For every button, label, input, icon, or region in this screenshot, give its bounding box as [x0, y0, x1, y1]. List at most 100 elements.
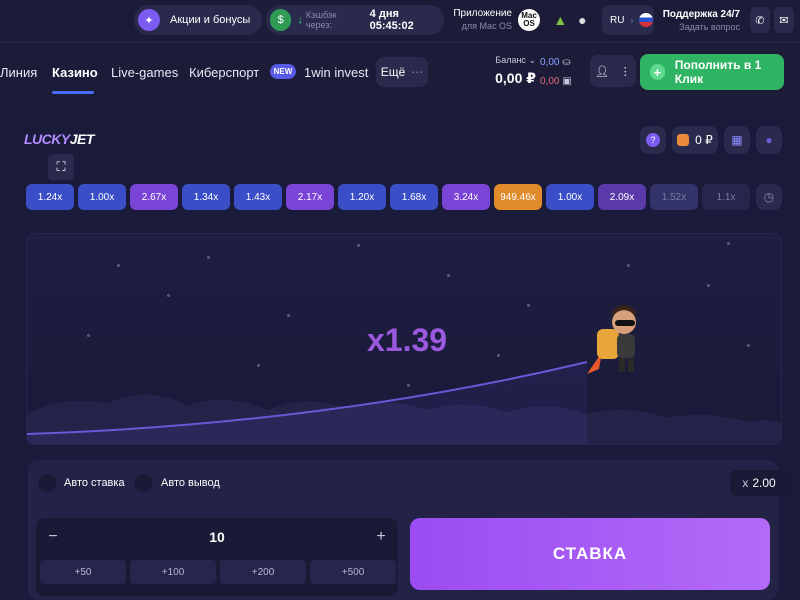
support-subtitle: Задать вопрос [679, 22, 740, 32]
support-title: Поддержка 24/7 [662, 9, 740, 20]
star-decoration [167, 294, 170, 297]
multiplier-chip: 1.24x [26, 184, 74, 210]
arrow-down-icon: ↓ [297, 14, 303, 26]
gift-small-icon: ▣ [562, 76, 572, 87]
deposit-label: Пополнить в 1 Клик [674, 58, 762, 86]
multiplier-chip: 1.34x [182, 184, 230, 210]
multiplier-chip: 1.68x [390, 184, 438, 210]
android-icon[interactable]: ▲ [553, 12, 567, 28]
more-button[interactable]: Ещё ⋯ [376, 57, 428, 87]
balance-label: Баланс [495, 55, 526, 65]
flight-scene: x1.39 [26, 233, 782, 445]
cashout-prefix: x [742, 476, 749, 490]
multiplier-chip: 949.46x [494, 184, 542, 210]
quick-add-200[interactable]: +200 [220, 560, 306, 584]
place-bet-button[interactable]: СТАВКА [410, 518, 770, 590]
star-decoration [407, 384, 410, 387]
active-tab-indicator [52, 91, 94, 94]
platform-links: ▲ ● [548, 5, 592, 35]
nav-item-esports[interactable]: Киберспорт [189, 65, 259, 80]
multiplier-chip: 1.20x [338, 184, 386, 210]
auto-bet-toggle[interactable] [38, 474, 56, 492]
bonus-balances: 0,00 ⛀ 0,00 ▣ [540, 55, 572, 87]
star-decoration [357, 244, 360, 247]
chat-icon[interactable]: ✉ [774, 7, 794, 33]
phone-icon[interactable]: ✆ [750, 7, 770, 33]
app-download[interactable]: Приложение для Mac OS Mac OS [453, 6, 546, 36]
nav-item-live-games[interactable]: Live-games [111, 65, 178, 80]
auto-cashout-toggle[interactable] [134, 474, 152, 492]
multiplier-chip: 1.52x [650, 184, 698, 210]
auto-cashout-label: Авто вывод [161, 477, 220, 489]
quick-add-50[interactable]: +50 [40, 560, 126, 584]
nav-item-invest[interactable]: 1win invest [304, 65, 368, 80]
lucky-jet-logo: LUCKYJET [24, 131, 94, 147]
star-decoration [707, 284, 710, 287]
multiplier-chip: 3.24x [442, 184, 490, 210]
star-decoration [527, 304, 530, 307]
star-decoration [627, 264, 630, 267]
quick-add-100[interactable]: +100 [130, 560, 216, 584]
multiplier-chip: 2.67x [130, 184, 178, 210]
bet-amount-input[interactable]: 10 [36, 526, 398, 548]
bonus-balance-2: 0,00 [540, 76, 560, 87]
cashback-label: Кэшбэк через: [305, 10, 337, 30]
more-label: Ещё [380, 65, 406, 79]
top-bar: ✦ Акции и бонусы $ ↓ Кэшбэк через: 4 дня… [0, 0, 800, 42]
language-select[interactable]: RU › [602, 5, 654, 35]
star-decoration [447, 274, 450, 277]
chevron-down-icon: ⌄ [528, 55, 536, 65]
wallet-value: 0 ₽ [695, 133, 713, 147]
cashback-button[interactable]: $ ↓ Кэшбэк через: 4 дня 05:45:02 [266, 5, 444, 35]
chat-bubble-icon[interactable]: ● [756, 126, 782, 154]
nav-item-casino[interactable]: Казино [52, 65, 98, 80]
new-badge: NEW [270, 64, 296, 79]
user-icon: 👤︎ [595, 65, 610, 78]
app-title: Приложение [453, 8, 512, 19]
multiplier-chip: 1.00x [546, 184, 594, 210]
jetpack-character-icon [587, 305, 636, 374]
bet-panel: Авто ставка Авто вывод x 2.00 − 10 + +50… [28, 460, 788, 600]
star-decoration [87, 334, 90, 337]
kebab-menu-icon: ⋮ [619, 65, 631, 78]
cashout-multiplier-input[interactable]: x 2.00 [730, 470, 788, 496]
star-decoration [287, 314, 290, 317]
promo-button[interactable]: ✦ Акции и бонусы [134, 5, 262, 35]
star-decoration [497, 354, 500, 357]
star-decoration [747, 344, 750, 347]
star-decoration [257, 364, 260, 367]
support-link[interactable]: Поддержка 24/7 Задать вопрос [662, 6, 754, 36]
help-icon[interactable]: ? [640, 126, 666, 154]
apple-icon[interactable]: ● [578, 12, 586, 28]
user-menu-button[interactable]: 👤︎ ⋮ [590, 55, 636, 87]
multiplier-chip: 1.00x [78, 184, 126, 210]
star-decoration [727, 242, 730, 245]
russia-flag-icon [639, 13, 654, 27]
coin-icon: ⛀ [562, 57, 571, 68]
promo-label: Акции и бонусы [170, 14, 251, 26]
balance-value: 0,00 ₽ [495, 70, 536, 86]
history-icon[interactable]: ◷ [756, 184, 782, 210]
gift-icon: ✦ [138, 9, 160, 31]
plus-button[interactable]: + [370, 526, 392, 548]
fullscreen-icon[interactable]: ⛶ [48, 154, 74, 180]
grid-icon[interactable]: ▦ [724, 126, 750, 154]
nav-item-line[interactable]: Линия [0, 65, 37, 80]
deposit-button[interactable]: + Пополнить в 1 Клик [640, 54, 784, 90]
ellipsis-icon: ⋯ [411, 65, 424, 79]
app-subtitle: для Mac OS [461, 21, 512, 31]
multiplier-chip: 2.09x [598, 184, 646, 210]
star-decoration [207, 256, 210, 259]
cashout-value: 2.00 [752, 476, 776, 490]
wallet-icon [677, 134, 690, 146]
multiplier-chip: 1.43x [234, 184, 282, 210]
quick-add-500[interactable]: +500 [310, 560, 396, 584]
auto-bet-label: Авто ставка [64, 477, 125, 489]
chevron-right-icon: › [630, 15, 634, 25]
current-multiplier: x1.39 [367, 322, 448, 358]
wallet-button[interactable]: 0 ₽ [672, 126, 718, 154]
plus-icon: + [650, 64, 665, 80]
multiplier-history: 1.24x 1.00x 2.67x 1.34x 1.43x 2.17x 1.20x 1.68x… [26, 184, 786, 210]
macos-icon: Mac OS [518, 9, 540, 31]
balance[interactable]: Баланс ⌄ 0,00 ₽ [480, 55, 536, 87]
